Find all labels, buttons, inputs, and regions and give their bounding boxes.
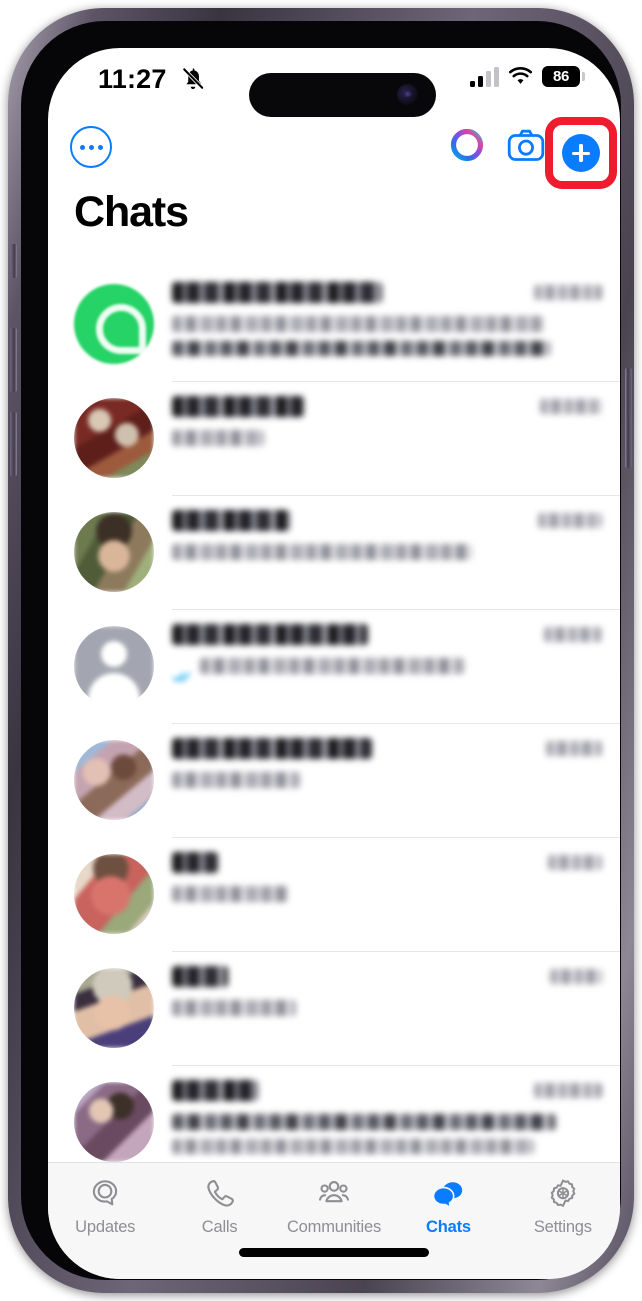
phone-icon — [206, 1180, 234, 1207]
battery-icon: 86 — [542, 66, 585, 87]
chat-row-content — [172, 738, 602, 788]
avatar[interactable] — [74, 398, 154, 478]
chat-list-item[interactable] — [48, 1066, 620, 1168]
chat-list-item[interactable] — [48, 610, 620, 724]
new-chat-plus-button[interactable] — [562, 134, 600, 172]
chat-list-item[interactable] — [48, 724, 620, 838]
chat-preview — [172, 1000, 296, 1016]
cellular-signal-icon — [470, 66, 499, 87]
bell-slash-icon — [181, 66, 205, 91]
chat-preview-line2 — [172, 341, 550, 356]
tab-bar[interactable]: Updates Calls Communities Chats Settings — [48, 1162, 620, 1279]
chat-name — [172, 738, 372, 759]
chat-row-content — [172, 624, 602, 683]
tab-label: Updates — [75, 1218, 136, 1236]
avatar[interactable] — [74, 968, 154, 1048]
battery-level-label: 86 — [552, 68, 570, 85]
dot — [97, 144, 103, 150]
tab-label: Calls — [201, 1218, 238, 1236]
chat-row-content — [172, 510, 602, 560]
tab-updates[interactable]: Updates — [48, 1163, 162, 1279]
chat-timestamp — [546, 741, 602, 756]
volume-down-button[interactable] — [10, 412, 17, 476]
ellipsis-circle-icon[interactable] — [70, 126, 112, 168]
chat-timestamp — [550, 969, 602, 984]
dot — [79, 144, 85, 150]
camera-icon[interactable] — [507, 128, 545, 162]
status-bar: 11:27 86 — [48, 48, 620, 117]
chat-timestamp — [540, 399, 602, 414]
chat-timestamp — [538, 513, 602, 528]
chat-row-content — [172, 966, 602, 1016]
chat-preview — [200, 658, 464, 674]
front-camera-lens — [397, 84, 418, 105]
chat-row-content — [172, 282, 602, 356]
status-bar-clock: 11:27 — [98, 64, 167, 94]
meta-ai-ring-icon[interactable] — [449, 127, 485, 163]
read-receipt-icon — [172, 672, 191, 683]
avatar[interactable] — [74, 284, 154, 364]
chat-name — [172, 282, 382, 303]
chat-name — [172, 396, 304, 417]
chat-timestamp — [544, 627, 602, 642]
avatar[interactable] — [74, 626, 154, 706]
tab-label: Communities — [286, 1218, 382, 1236]
chat-preview — [172, 430, 264, 446]
chat-name — [172, 510, 290, 531]
chat-name — [172, 1080, 258, 1101]
updates-icon — [93, 1180, 118, 1206]
chat-list-item[interactable] — [48, 952, 620, 1066]
chat-name — [172, 624, 368, 645]
home-indicator[interactable] — [239, 1248, 429, 1257]
avatar[interactable] — [74, 740, 154, 820]
tab-label: Settings — [533, 1218, 592, 1236]
chat-list-item[interactable] — [48, 496, 620, 610]
tab-label: Chats — [426, 1218, 471, 1236]
chat-timestamp — [548, 855, 602, 870]
communities-icon — [318, 1181, 350, 1203]
app-header — [48, 116, 620, 189]
chat-bubbles-icon — [433, 1182, 463, 1209]
tab-calls[interactable]: Calls — [162, 1163, 276, 1279]
iphone-device-frame: 11:27 86 Chats Updates Calls Communities… — [8, 8, 634, 1293]
page-title: Chats — [74, 188, 189, 236]
tab-settings[interactable]: Settings — [506, 1163, 620, 1279]
chat-list-item[interactable] — [48, 382, 620, 496]
device-bezel: 11:27 86 Chats Updates Calls Communities… — [21, 21, 621, 1280]
chat-row-content — [172, 396, 602, 446]
dot — [88, 144, 94, 150]
chat-preview — [172, 886, 288, 902]
chat-preview — [172, 544, 472, 560]
chat-timestamp — [534, 1083, 602, 1098]
chat-list[interactable] — [48, 268, 620, 1168]
chat-row-content — [172, 1080, 602, 1154]
chat-preview — [172, 316, 544, 332]
new-chat-button-container[interactable] — [545, 117, 617, 189]
power-button[interactable] — [625, 368, 632, 468]
silent-switch[interactable] — [11, 244, 17, 278]
tab-communities[interactable]: Communities — [277, 1163, 391, 1279]
volume-up-button[interactable] — [10, 328, 17, 392]
chat-name — [172, 966, 228, 987]
avatar[interactable] — [74, 1082, 154, 1162]
dynamic-island — [249, 73, 436, 117]
chat-preview — [172, 1114, 556, 1130]
chat-name — [172, 852, 218, 873]
phone-screen: 11:27 86 Chats Updates Calls Communities… — [48, 48, 620, 1279]
chat-list-item[interactable] — [48, 838, 620, 952]
chat-list-item[interactable] — [48, 268, 620, 382]
chat-preview-line2 — [172, 1139, 534, 1154]
status-bar-indicators: 86 — [470, 66, 585, 87]
avatar[interactable] — [74, 854, 154, 934]
wifi-icon — [508, 67, 533, 84]
chat-timestamp — [534, 285, 602, 300]
chat-row-content — [172, 852, 602, 902]
avatar[interactable] — [74, 512, 154, 592]
tab-chats[interactable]: Chats — [391, 1163, 505, 1279]
chat-preview — [172, 772, 300, 788]
gear-icon — [550, 1179, 576, 1208]
